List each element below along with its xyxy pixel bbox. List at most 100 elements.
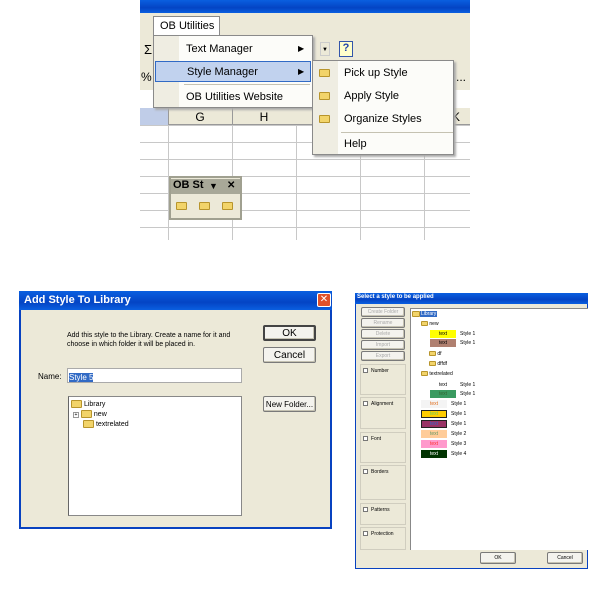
group-patterns: Patterns — [360, 503, 406, 525]
tree-item-textrelated[interactable]: textrelated — [83, 420, 129, 428]
menu-tab-ob-utilities[interactable]: OB Utilities — [153, 16, 220, 36]
close-icon[interactable]: ✕ — [227, 180, 235, 191]
folder-icon — [421, 321, 428, 327]
menu-item-label: OB Utilities Website — [186, 90, 283, 103]
dropdown-arrow-icon[interactable]: ▼ — [320, 42, 330, 56]
percent-icon[interactable]: % — [141, 70, 152, 84]
menu-item-label: Help — [344, 138, 367, 150]
submenu-item-pick-up-style[interactable]: Pick up Style — [313, 63, 453, 83]
style-name[interactable]: Style 1 — [460, 391, 475, 397]
dialog-title: Select a style to be applied — [357, 294, 434, 300]
tree-folder-df[interactable]: df — [429, 351, 442, 357]
folder-icon — [80, 410, 92, 418]
tree-item-label: textrelated — [95, 420, 129, 428]
ok-button[interactable]: OK — [263, 325, 316, 341]
menu-item-ob-utilities-website[interactable]: OB Utilities Website — [155, 86, 311, 107]
name-input[interactable]: Style 5 — [67, 368, 242, 383]
close-button[interactable]: ✕ — [317, 293, 331, 307]
column-header-h[interactable]: H — [232, 110, 296, 124]
cancel-button[interactable]: Cancel — [263, 347, 316, 363]
folder-down-icon — [319, 92, 330, 100]
style-name[interactable]: Style 1 — [460, 340, 475, 346]
menu-item-label: Pick up Style — [344, 67, 408, 79]
tree-folder-dffdf[interactable]: dffdf — [429, 361, 447, 367]
tree-item-label: df — [437, 351, 442, 357]
selected-column-header[interactable] — [140, 108, 168, 125]
menu-item-label: Apply Style — [344, 90, 400, 102]
column-divider — [232, 108, 233, 125]
tree-item-library[interactable]: Library — [71, 400, 105, 408]
group-number: Number — [360, 364, 406, 395]
style-name[interactable]: Style 4 — [451, 451, 466, 457]
instructions-text: Add this style to the Library. Create a … — [67, 332, 231, 348]
ok-button[interactable]: OK — [480, 552, 516, 564]
style-swatch[interactable]: text — [430, 381, 456, 389]
new-folder-button[interactable]: New Folder... — [263, 396, 316, 412]
style-name[interactable]: Style 1 — [451, 421, 466, 427]
style-name[interactable]: Style 2 — [451, 431, 466, 437]
style-name[interactable]: Style 1 — [460, 382, 475, 388]
column-header-g[interactable]: G — [168, 110, 232, 124]
group-protection: Protection — [360, 527, 406, 550]
folder-dots-icon[interactable] — [222, 202, 233, 210]
help-icon[interactable]: ? — [339, 41, 353, 57]
style-swatch[interactable]: text — [421, 410, 447, 418]
cancel-button[interactable]: Cancel — [547, 552, 583, 564]
float-toolbar-title-bar[interactable]: OB St ▼ ✕ — [171, 179, 240, 194]
dialog-title-bar: Add Style To Library — [19, 291, 332, 310]
menu-item-label: Organize Styles — [344, 113, 422, 125]
folder-icon — [429, 351, 436, 357]
ob-style-floating-toolbar[interactable]: OB St ▼ ✕ — [169, 176, 242, 220]
column-divider — [168, 108, 169, 125]
checkbox-label: Number — [371, 368, 389, 374]
delete-button[interactable]: Delete — [361, 329, 405, 339]
submenu-item-organize-styles[interactable]: Organize Styles — [313, 109, 453, 129]
style-swatch[interactable]: text — [421, 400, 447, 408]
checkbox-alignment[interactable] — [363, 401, 368, 407]
checkbox-protection[interactable] — [363, 531, 368, 537]
style-swatch[interactable]: text — [421, 420, 447, 428]
group-alignment: Alignment — [360, 397, 406, 429]
style-swatch[interactable]: text — [421, 450, 447, 458]
tree-folder-textrelated[interactable]: textrelated — [421, 371, 453, 377]
sum-icon[interactable]: Σ — [144, 42, 152, 57]
menu-item-text-manager[interactable]: Text Manager ▶ — [155, 38, 311, 59]
menu-separator — [341, 132, 453, 133]
name-input-value: Style 5 — [69, 373, 94, 382]
folder-tree[interactable]: Library + new textrelated — [68, 396, 242, 516]
dialog-title-bar: Select a style to be applied — [355, 293, 588, 304]
submenu-item-apply-style[interactable]: Apply Style — [313, 86, 453, 106]
toolbar-options-icon[interactable]: ▼ — [209, 181, 218, 191]
folder-icon — [429, 361, 436, 367]
style-name[interactable]: Style 1 — [451, 401, 466, 407]
folder-down-icon[interactable] — [199, 202, 210, 210]
checkbox-label: Alignment — [371, 401, 394, 407]
create-folder-button[interactable]: Create Folder — [361, 307, 405, 317]
toolbar-more-icon[interactable]: ... — [456, 70, 466, 84]
style-name[interactable]: Style 1 — [451, 411, 466, 417]
style-swatch[interactable]: text — [421, 430, 447, 438]
rename-button[interactable]: Rename — [361, 318, 405, 328]
checkbox-patterns[interactable] — [363, 507, 368, 513]
checkbox-font[interactable] — [363, 436, 368, 442]
submenu-item-help[interactable]: Help — [313, 134, 453, 154]
style-name[interactable]: Style 3 — [451, 441, 466, 447]
style-swatch[interactable]: text — [430, 339, 456, 347]
checkbox-borders[interactable] — [363, 469, 368, 475]
tree-item-new[interactable]: + new — [73, 410, 107, 418]
checkbox-number[interactable] — [363, 368, 368, 374]
export-button[interactable]: Export — [361, 351, 405, 361]
folder-icon — [421, 371, 428, 377]
dialog-title: Add Style To Library — [24, 294, 131, 306]
folder-up-icon[interactable] — [176, 202, 187, 210]
menu-item-style-manager[interactable]: Style Manager ▶ — [155, 61, 311, 82]
style-swatch[interactable]: text — [421, 440, 447, 448]
import-button[interactable]: Import — [361, 340, 405, 350]
style-swatch[interactable]: text — [430, 330, 456, 338]
style-swatch[interactable]: text — [430, 390, 456, 398]
tree-folder-new[interactable]: new — [421, 321, 439, 327]
tree-item-library[interactable]: Library — [412, 311, 438, 318]
float-toolbar-title: OB St — [173, 179, 204, 191]
style-name[interactable]: Style 1 — [460, 331, 475, 337]
expand-icon[interactable]: + — [73, 411, 79, 418]
